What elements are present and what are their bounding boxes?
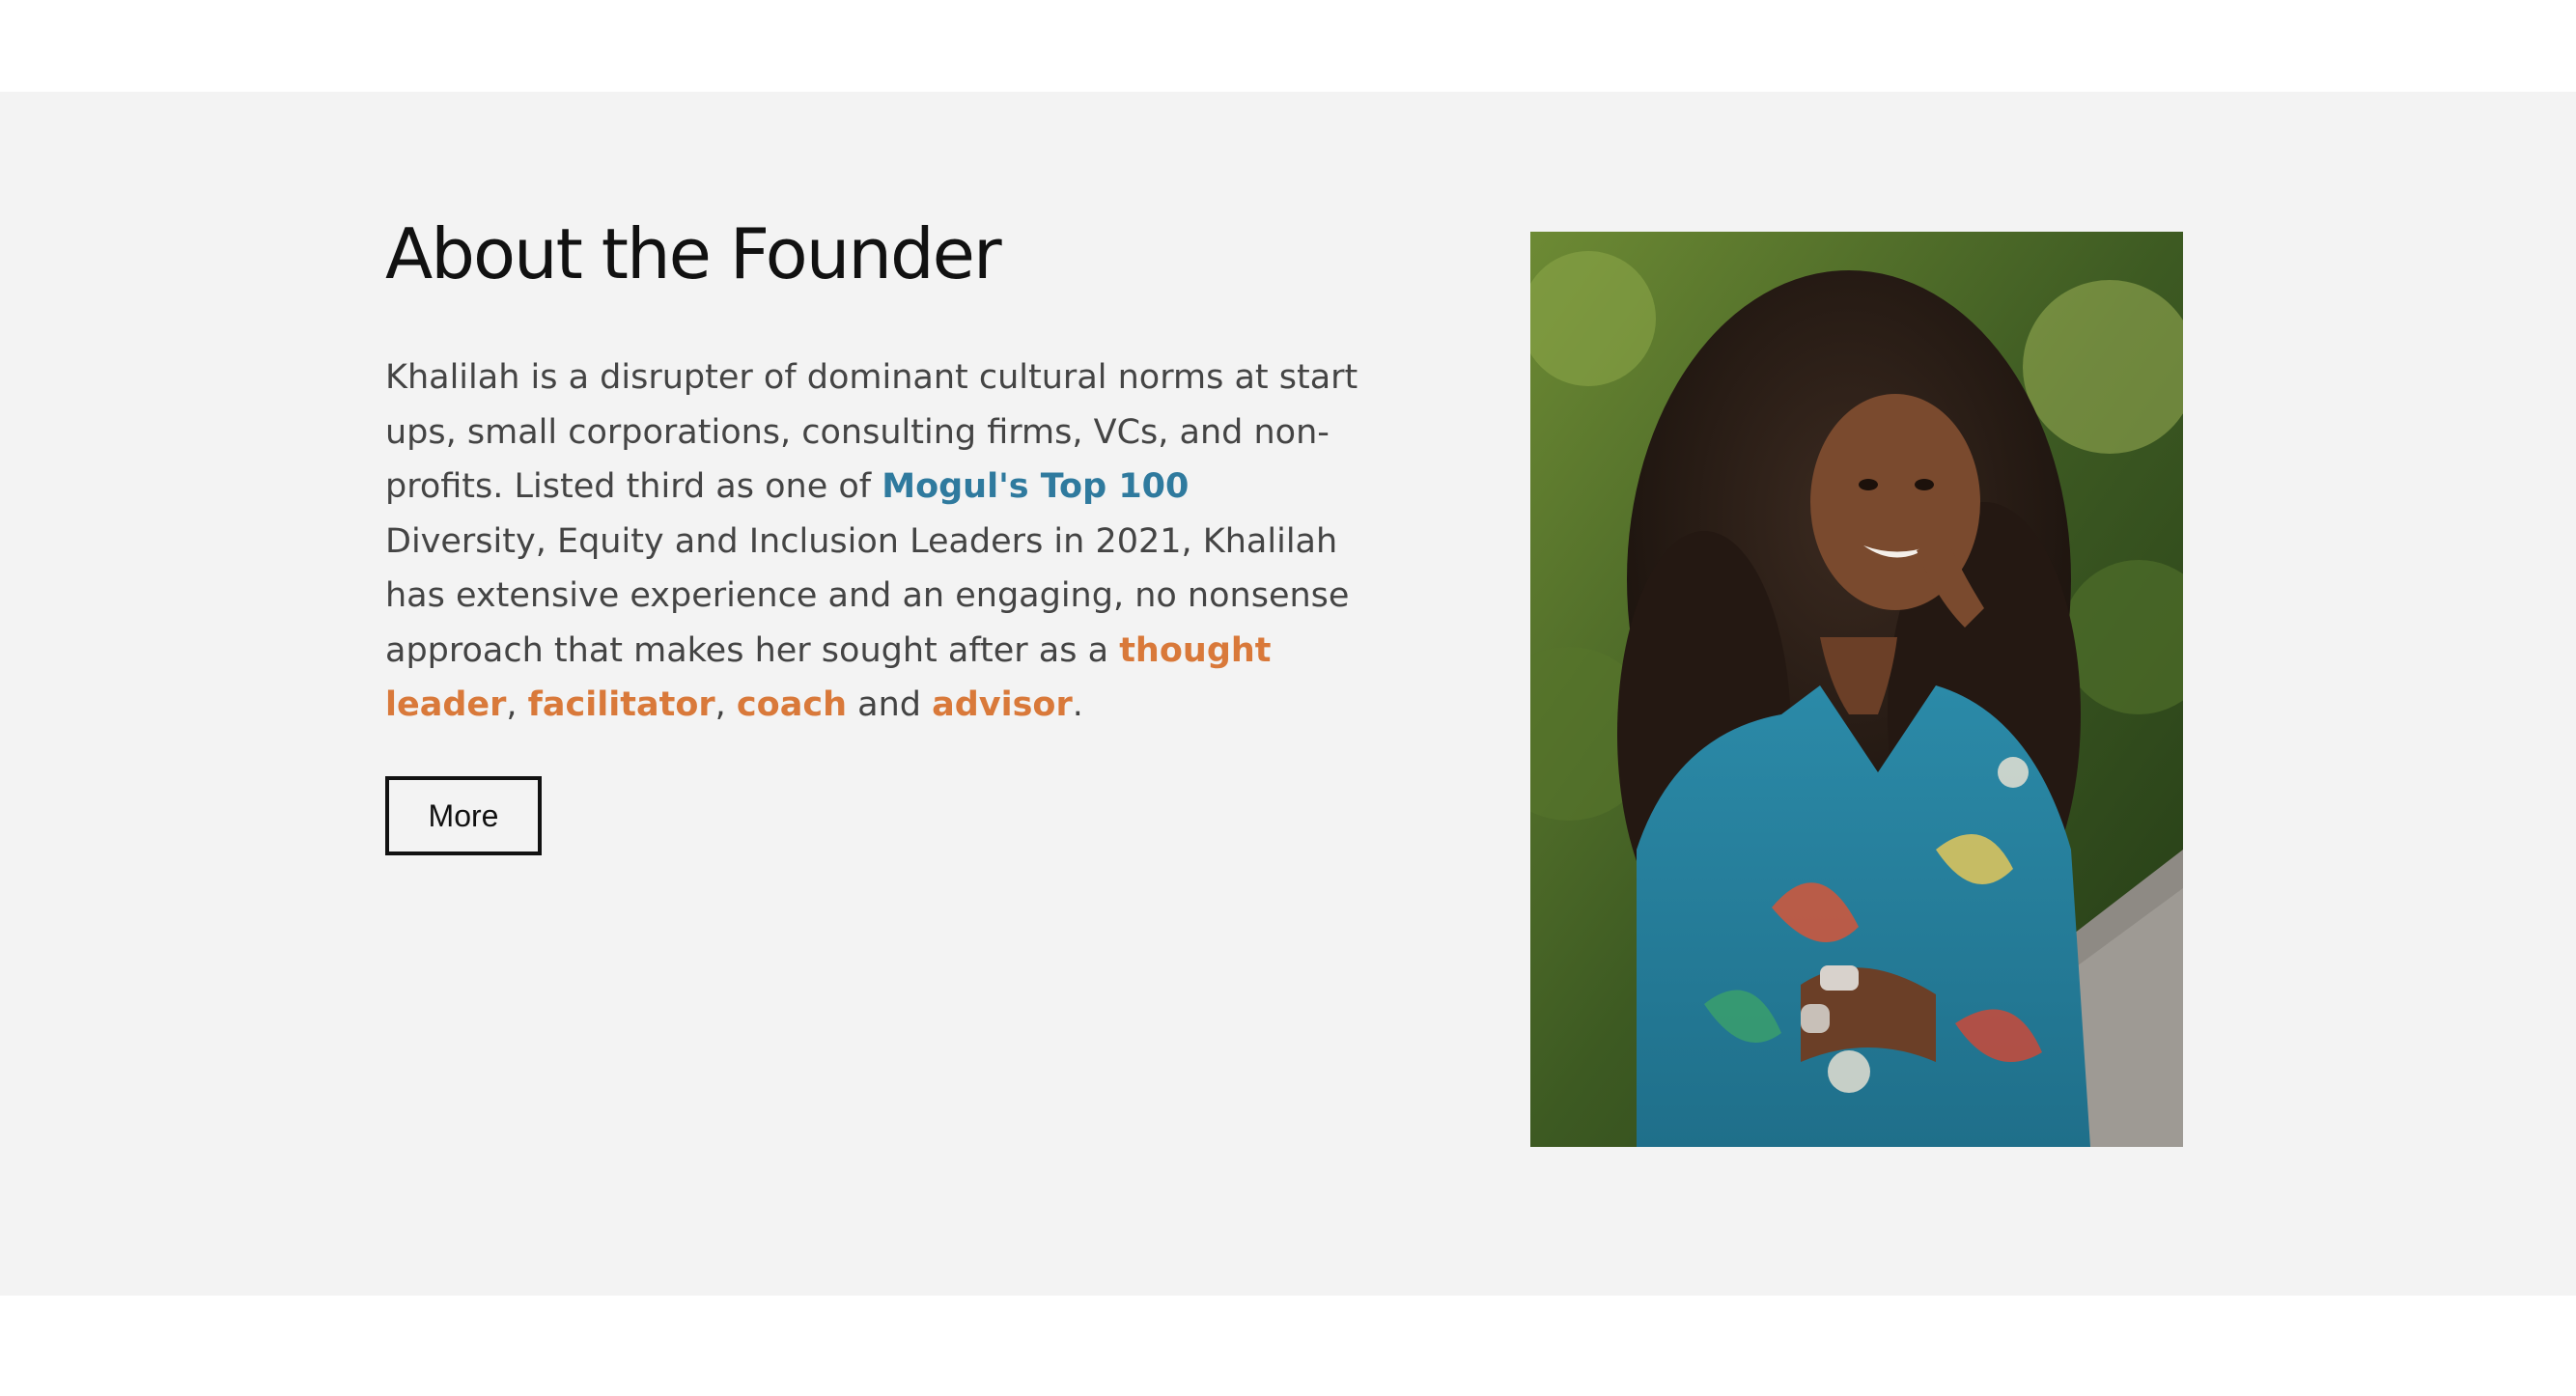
more-button[interactable]: More bbox=[385, 776, 542, 855]
moguls-top-100-link[interactable]: Mogul's Top 100 bbox=[882, 467, 1189, 506]
bio-separator: , bbox=[714, 685, 737, 725]
bio-separator: , bbox=[506, 685, 528, 725]
founder-photo bbox=[1530, 232, 2183, 1147]
founder-text-column: About the Founder Khalilah is a disrupte… bbox=[385, 213, 1360, 855]
section-heading: About the Founder bbox=[385, 213, 1002, 294]
facilitator-link[interactable]: facilitator bbox=[528, 685, 715, 724]
founder-portrait-image bbox=[1530, 232, 2183, 1147]
advisor-link[interactable]: advisor bbox=[932, 685, 1073, 724]
coach-link[interactable]: coach bbox=[737, 685, 847, 724]
bio-intro-text: Khalilah is a disrupter of dominant cult… bbox=[385, 358, 1358, 507]
bio-end-text: . bbox=[1072, 685, 1083, 725]
founder-bio: Khalilah is a disrupter of dominant cult… bbox=[385, 350, 1360, 733]
bio-separator: and bbox=[847, 685, 933, 725]
